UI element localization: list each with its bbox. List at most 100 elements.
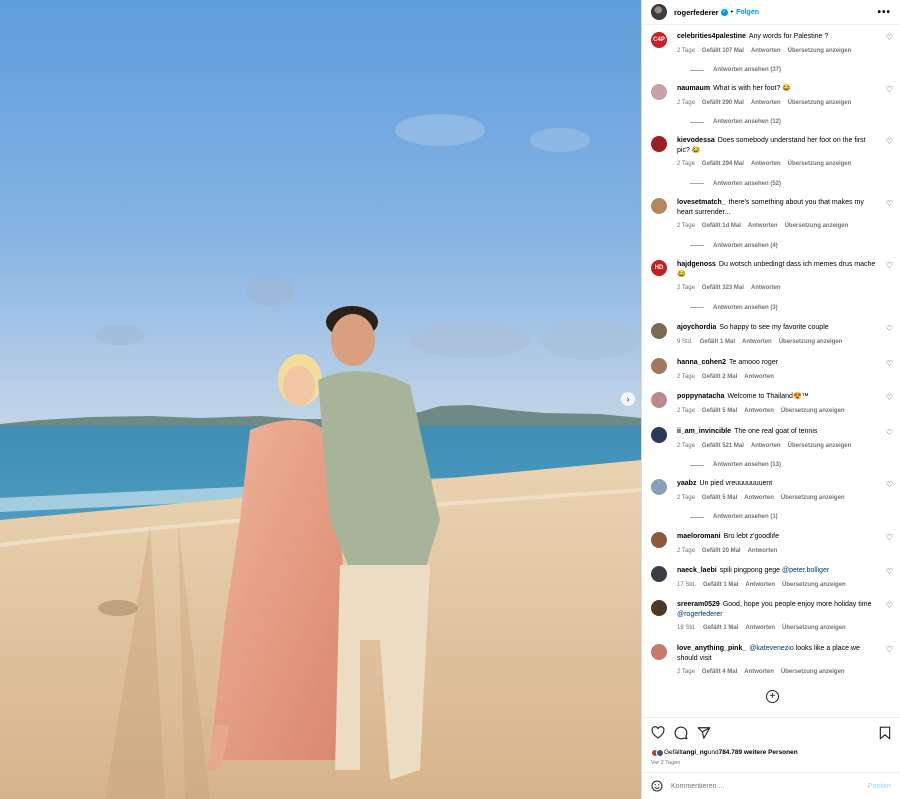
translate-button[interactable]: Übersetzung anzeigen [781, 407, 845, 417]
likers-avatars[interactable] [651, 748, 664, 757]
comment-time[interactable]: 9 Std. [677, 338, 693, 348]
translate-button[interactable]: Übersetzung anzeigen [785, 222, 849, 232]
commenter-username[interactable]: yaabz [677, 480, 696, 487]
comment-like-icon[interactable]: ♡ [886, 261, 893, 270]
translate-button[interactable]: Übersetzung anzeigen [779, 338, 843, 348]
comment-like-icon[interactable]: ♡ [886, 137, 893, 146]
translate-button[interactable]: Übersetzung anzeigen [788, 442, 852, 452]
commenter-avatar[interactable] [651, 136, 667, 152]
reply-button[interactable]: Antworten [745, 581, 775, 591]
comment-mention[interactable]: @katevenezio [749, 645, 793, 652]
view-replies-button[interactable]: Antworten ansehen (13) [677, 462, 897, 468]
likes-count[interactable]: 784.789 weitere Personen [719, 749, 798, 756]
reply-button[interactable]: Antworten [748, 547, 778, 557]
comments-list[interactable]: C4P celebrities4palestine Any words for Pa… [642, 25, 900, 717]
reply-button[interactable]: Antworten [744, 668, 774, 678]
translate-button[interactable]: Übersetzung anzeigen [788, 160, 852, 170]
comment-like-icon[interactable]: ♡ [886, 645, 893, 654]
commenter-username[interactable]: naeck_laebi [677, 567, 717, 574]
commenter-avatar[interactable] [651, 392, 667, 408]
commenter-username[interactable]: ii_am_invincible [677, 428, 731, 435]
view-replies-button[interactable]: Antworten ansehen (12) [677, 119, 897, 125]
translate-button[interactable]: Übersetzung anzeigen [788, 47, 852, 57]
reply-button[interactable]: Antworten [742, 338, 772, 348]
commenter-username[interactable]: naumaum [677, 85, 710, 92]
commenter-avatar[interactable] [651, 566, 667, 582]
comment-like-icon[interactable]: ♡ [886, 567, 893, 576]
comment-likes[interactable]: Gefällt 323 Mal [702, 284, 744, 294]
translate-button[interactable]: Übersetzung anzeigen [782, 581, 846, 591]
commenter-avatar[interactable] [651, 644, 667, 660]
comment-likes[interactable]: Gefällt 294 Mal [702, 160, 744, 170]
commenter-avatar[interactable]: C4P [651, 32, 667, 48]
comment-time[interactable]: 2 Tage [677, 222, 695, 232]
carousel-next-button[interactable]: › [621, 392, 635, 406]
commenter-username[interactable]: lovesetmatch_ [677, 199, 726, 206]
commenter-avatar[interactable] [651, 358, 667, 374]
comment-likes[interactable]: Gefällt 2 Mal [702, 373, 737, 383]
comment-like-icon[interactable]: ♡ [886, 85, 893, 94]
comment-time[interactable]: 2 Tage [677, 442, 695, 452]
comment-mention[interactable]: @rogerfederer [677, 611, 723, 618]
comment-likes[interactable]: Gefällt 107 Mal [702, 47, 744, 57]
commenter-avatar[interactable]: HD [651, 260, 667, 276]
comment-time[interactable]: 2 Tage [677, 668, 695, 678]
comment-time[interactable]: 19 Std. [677, 624, 696, 634]
commenter-username[interactable]: love_anything_pink_ [677, 645, 746, 652]
commenter-avatar[interactable] [651, 600, 667, 616]
commenter-username[interactable]: hajdgenoss [677, 261, 716, 268]
comment-likes[interactable]: Gefällt 5 Mal [702, 494, 737, 504]
reply-button[interactable]: Antworten [751, 160, 781, 170]
commenter-username[interactable]: hanna_cohen2 [677, 359, 726, 366]
commenter-username[interactable]: sreeram0529 [677, 601, 720, 608]
commenter-username[interactable]: ajoychordia [677, 324, 716, 331]
translate-button[interactable]: Übersetzung anzeigen [781, 668, 845, 678]
reply-button[interactable]: Antworten [744, 407, 774, 417]
comment-time[interactable]: 2 Tage [677, 547, 695, 557]
commenter-avatar[interactable] [651, 84, 667, 100]
comment-like-icon[interactable]: ♡ [886, 428, 893, 437]
comment-like-icon[interactable]: ♡ [886, 480, 893, 489]
commenter-username[interactable]: maeloromani [677, 533, 721, 540]
comment-time[interactable]: 2 Tage [677, 160, 695, 170]
post-date[interactable]: Vor 2 Tagen [642, 758, 900, 772]
commenter-avatar[interactable] [651, 532, 667, 548]
reply-button[interactable]: Antworten [748, 222, 778, 232]
commenter-username[interactable]: celebrities4palestine [677, 33, 746, 40]
comment-mention[interactable]: @peter.bolliger [782, 567, 829, 574]
comment-likes[interactable]: Gefällt 290 Mal [702, 99, 744, 109]
comment-like-icon[interactable]: ♡ [886, 533, 893, 542]
commenter-avatar[interactable] [651, 479, 667, 495]
comment-time[interactable]: 2 Tage [677, 407, 695, 417]
comment-like-icon[interactable]: ♡ [886, 601, 893, 610]
reply-button[interactable]: Antworten [744, 373, 774, 383]
follow-button[interactable]: Folgen [736, 9, 759, 16]
view-replies-button[interactable]: Antworten ansehen (4) [677, 243, 897, 249]
comment-likes[interactable]: Gefällt 521 Mal [702, 442, 744, 452]
more-options-icon[interactable]: ••• [877, 7, 891, 18]
commenter-avatar[interactable] [651, 198, 667, 214]
author-username[interactable]: rogerfederer [674, 8, 719, 17]
reply-button[interactable]: Antworten [751, 442, 781, 452]
comment-time[interactable]: 2 Tage [677, 494, 695, 504]
comment-like-icon[interactable]: ♡ [886, 359, 893, 368]
translate-button[interactable]: Übersetzung anzeigen [781, 494, 845, 504]
comment-likes[interactable]: Gefällt 1d Mal [702, 222, 741, 232]
comment-likes[interactable]: Gefällt 20 Mal [702, 547, 741, 557]
view-replies-button[interactable]: Antworten ansehen (37) [677, 67, 897, 73]
first-liker[interactable]: angi_ng [683, 749, 708, 756]
save-bookmark-icon[interactable] [879, 726, 891, 740]
reply-button[interactable]: Antworten [751, 284, 781, 294]
reply-button[interactable]: Antworten [751, 99, 781, 109]
like-icon[interactable] [651, 726, 665, 739]
view-replies-button[interactable]: Antworten ansehen (52) [677, 181, 897, 187]
post-comment-button[interactable]: Posten [868, 783, 891, 790]
comment-time[interactable]: 2 Tage [677, 99, 695, 109]
commenter-avatar[interactable] [651, 427, 667, 443]
comment-likes[interactable]: Gefällt 4 Mal [702, 668, 737, 678]
load-more-comments-button[interactable]: + [766, 690, 779, 703]
comment-like-icon[interactable]: ♡ [886, 324, 893, 333]
comment-likes[interactable]: Gefällt 1 Mal [703, 581, 738, 591]
comment-time[interactable]: 17 Std. [677, 581, 696, 591]
view-replies-button[interactable]: Antworten ansehen (3) [677, 305, 897, 311]
